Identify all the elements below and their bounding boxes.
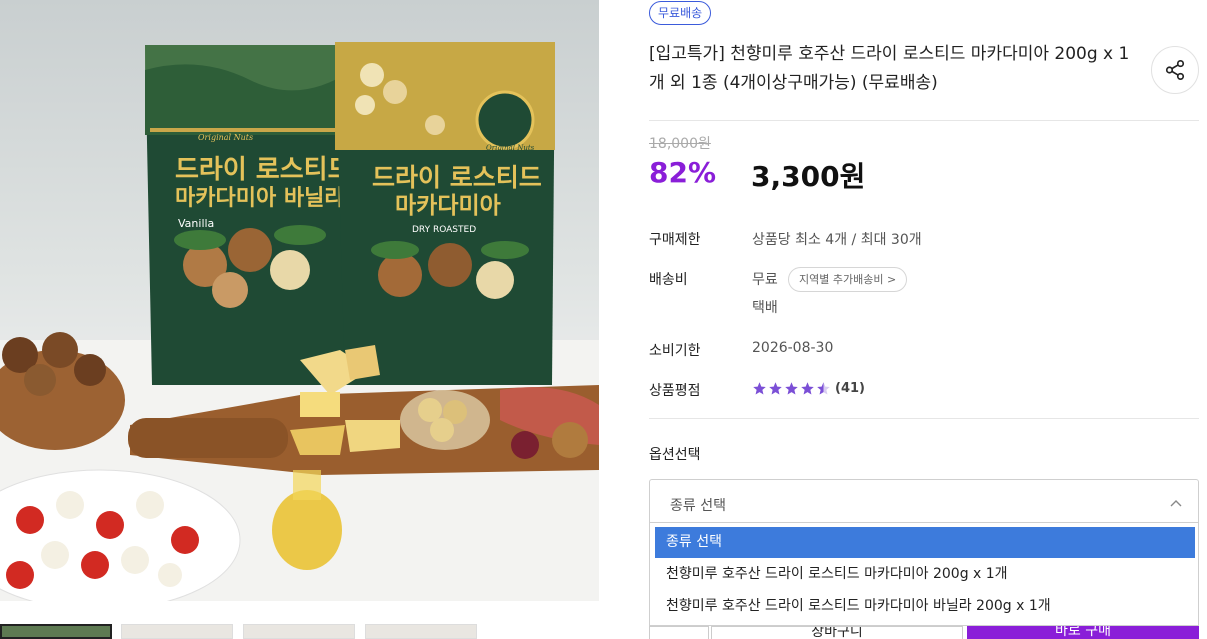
free-shipping-badge: 무료배송: [649, 1, 712, 25]
svg-text:Vanilla: Vanilla: [178, 217, 214, 230]
share-icon: [1165, 60, 1185, 80]
product-bag-dry-roasted: 드라이 로스티드 마카다미아 DRY ROASTED Original Nuts: [335, 42, 555, 385]
rating-stars[interactable]: (41): [752, 379, 865, 397]
add-to-cart-button[interactable]: 장바구니: [711, 626, 963, 639]
chevron-up-icon: [1170, 500, 1182, 507]
option-item[interactable]: 종류 선택: [655, 527, 1195, 558]
divider: [649, 418, 1199, 419]
product-bag-vanilla: 드라이 로스티드 마카다미아 바닐라 Vanilla Original Nuts: [145, 45, 355, 385]
shipping-fee-value: 무료: [752, 272, 778, 288]
star-icon: [769, 381, 782, 394]
sale-price: 3,300원: [751, 160, 866, 193]
option-select-value: 종류 선택: [670, 498, 726, 514]
regional-shipping-fee-button[interactable]: 지역별 추가배송비 >: [788, 267, 908, 292]
shipping-fee-label: 배송비: [649, 272, 688, 288]
thumbnail-3[interactable]: [243, 624, 355, 639]
star-icon: [753, 381, 766, 394]
shipping-method: 택배: [752, 300, 778, 316]
svg-text:Original Nuts: Original Nuts: [198, 133, 253, 142]
svg-text:마카다미아: 마카다미아: [395, 193, 501, 219]
option-item[interactable]: 천향미루 호주산 드라이 로스티드 마카다미아 바닐라 200g x 1개: [655, 591, 1195, 622]
review-count[interactable]: (41): [835, 381, 865, 396]
option-select-label: 옵션선택: [649, 447, 701, 463]
purchase-limit-value: 상품당 최소 4개 / 최대 30개: [752, 232, 922, 248]
star-icon: [785, 381, 798, 394]
share-button[interactable]: [1151, 46, 1199, 94]
svg-text:드라이 로스티드: 드라이 로스티드: [175, 155, 352, 185]
svg-text:Original Nuts: Original Nuts: [486, 144, 535, 152]
option-dropdown-list: 종류 선택 천향미루 호주산 드라이 로스티드 마카다미아 200g x 1개 …: [649, 522, 1199, 626]
thumbnail-4[interactable]: [365, 624, 477, 639]
buy-now-button[interactable]: 바로 구매: [967, 626, 1199, 639]
option-item[interactable]: 천향미루 호주산 드라이 로스티드 마카다미아 200g x 1개: [655, 559, 1195, 590]
expiry-label: 소비기한: [649, 343, 701, 359]
purchase-action-bar: 장바구니 바로 구매: [649, 626, 1207, 639]
expiry-value: 2026-08-30: [752, 340, 834, 356]
discount-rate: 82%: [649, 156, 717, 189]
product-title: [입고특가] 천향미루 호주산 드라이 로스티드 마카다미아 200g x 1개…: [649, 44, 1130, 93]
thumbnail-strip: [0, 624, 599, 639]
original-price: 18,000원: [649, 136, 711, 152]
star-icon: [801, 381, 814, 394]
star-half-icon: [817, 381, 830, 394]
svg-text:드라이 로스티드: 드라이 로스티드: [372, 163, 542, 192]
divider: [649, 120, 1199, 121]
product-main-image: 드라이 로스티드 마카다미아 바닐라 Vanilla Original Nuts…: [0, 0, 599, 601]
thumbnail-1[interactable]: [0, 624, 112, 639]
rating-label: 상품평점: [649, 383, 701, 399]
option-select[interactable]: 종류 선택: [649, 479, 1199, 527]
svg-text:DRY ROASTED: DRY ROASTED: [412, 225, 476, 235]
svg-text:마카다미아 바닐라: 마카다미아 바닐라: [175, 186, 345, 211]
purchase-limit-label: 구매제한: [649, 232, 701, 248]
thumbnail-2[interactable]: [121, 624, 233, 639]
quantity-stepper[interactable]: [649, 626, 709, 639]
